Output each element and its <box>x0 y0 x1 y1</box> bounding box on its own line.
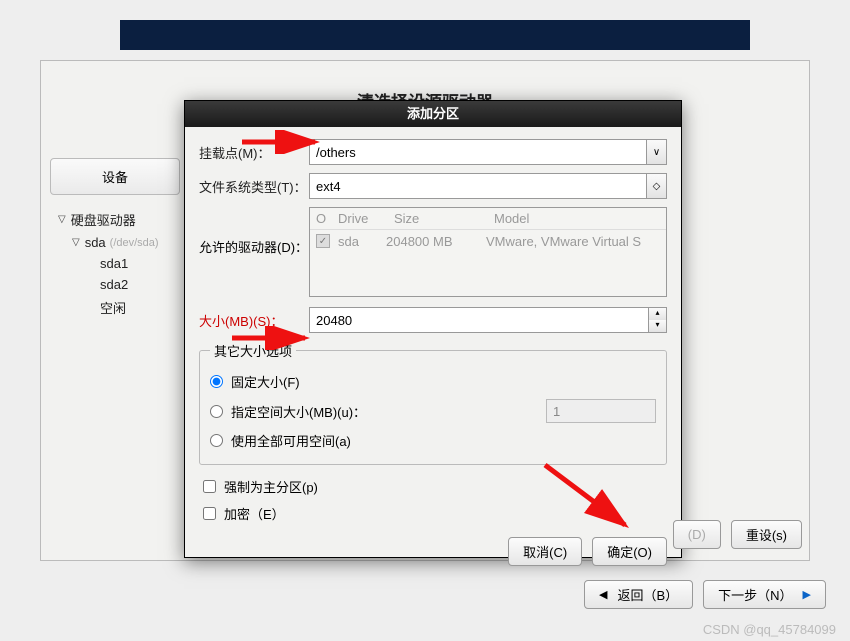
encrypt-row[interactable]: 加密（E） <box>199 500 667 527</box>
size-input[interactable] <box>310 308 648 332</box>
fs-type-label: 文件系统类型(T)： <box>199 177 309 196</box>
fs-type-dropdown-icon[interactable]: ◇ <box>646 174 666 198</box>
force-primary-row[interactable]: 强制为主分区(p) <box>199 473 667 500</box>
size-field[interactable]: ▴▾ <box>309 307 667 333</box>
drive-list-header: O Drive Size Model <box>310 208 666 230</box>
opt-fill-row[interactable]: 使用全部可用空间(a) <box>210 427 656 454</box>
next-button[interactable]: 下一步（N） <box>703 580 826 609</box>
other-size-options: 其它大小选项 固定大小(F) 指定空间大小(MB)(u)： 1 使用全部可用空间… <box>199 341 667 465</box>
ok-button[interactable]: 确定(O) <box>592 537 667 566</box>
opt-fixed-row[interactable]: 固定大小(F) <box>210 368 656 395</box>
size-label: 大小(MB)(S)： <box>199 311 309 330</box>
device-tab-header[interactable]: 设备 <box>50 158 180 195</box>
top-banner <box>120 20 750 50</box>
fs-type-combo[interactable]: ◇ <box>309 173 667 199</box>
mount-point-combo[interactable]: ∨ <box>309 139 667 165</box>
drive-list: O Drive Size Model ✓ sda 204800 MB VMwar… <box>309 207 667 297</box>
spin-up-icon[interactable]: ▴ <box>648 308 666 320</box>
device-panel: 设备 硬盘驱动器 sda (/dev/sda) sda1 sda2 空闲 <box>50 158 180 320</box>
dialog-title: 添加分区 <box>185 101 681 127</box>
tree-partition[interactable]: sda2 <box>58 274 180 295</box>
opt-upto-row[interactable]: 指定空间大小(MB)(u)： 1 <box>210 395 656 427</box>
add-partition-dialog: 添加分区 挂载点(M)： ∨ 文件系统类型(T)： ◇ 允许的驱动器(D)： O… <box>184 100 682 558</box>
other-size-legend: 其它大小选项 <box>210 341 296 360</box>
tree-disk-path: (/dev/sda) <box>110 237 159 249</box>
size-spinner[interactable]: ▴▾ <box>648 308 666 332</box>
back-button[interactable]: 返回（B） <box>584 580 693 609</box>
watermark: CSDN @qq_45784099 <box>703 622 836 637</box>
encrypt-checkbox[interactable] <box>203 507 216 520</box>
allowed-drives-label: 允许的驱动器(D)： <box>199 207 309 256</box>
force-primary-checkbox[interactable] <box>203 480 216 493</box>
tree-partition[interactable]: sda1 <box>58 253 180 274</box>
d-button: (D) <box>673 520 721 549</box>
drive-checkbox-icon[interactable]: ✓ <box>316 234 330 248</box>
device-tree: 硬盘驱动器 sda (/dev/sda) sda1 sda2 空闲 <box>50 203 180 320</box>
mount-point-label: 挂载点(M)： <box>199 143 309 162</box>
radio-upto[interactable] <box>210 405 223 418</box>
radio-fill[interactable] <box>210 434 223 447</box>
tree-partition[interactable]: 空闲 <box>58 295 180 320</box>
radio-fixed[interactable] <box>210 375 223 388</box>
mount-point-dropdown-icon[interactable]: ∨ <box>646 140 666 164</box>
upto-value-field: 1 <box>546 399 656 423</box>
fs-type-input[interactable] <box>310 174 646 198</box>
spin-down-icon[interactable]: ▾ <box>648 320 666 332</box>
mount-point-input[interactable] <box>310 140 646 164</box>
cancel-button[interactable]: 取消(C) <box>508 537 582 566</box>
drive-row-item[interactable]: ✓ sda 204800 MB VMware, VMware Virtual S <box>310 230 666 253</box>
tree-root[interactable]: 硬盘驱动器 <box>58 207 180 232</box>
tree-disk[interactable]: sda (/dev/sda) <box>58 232 180 253</box>
reset-button[interactable]: 重设(s) <box>731 520 802 549</box>
